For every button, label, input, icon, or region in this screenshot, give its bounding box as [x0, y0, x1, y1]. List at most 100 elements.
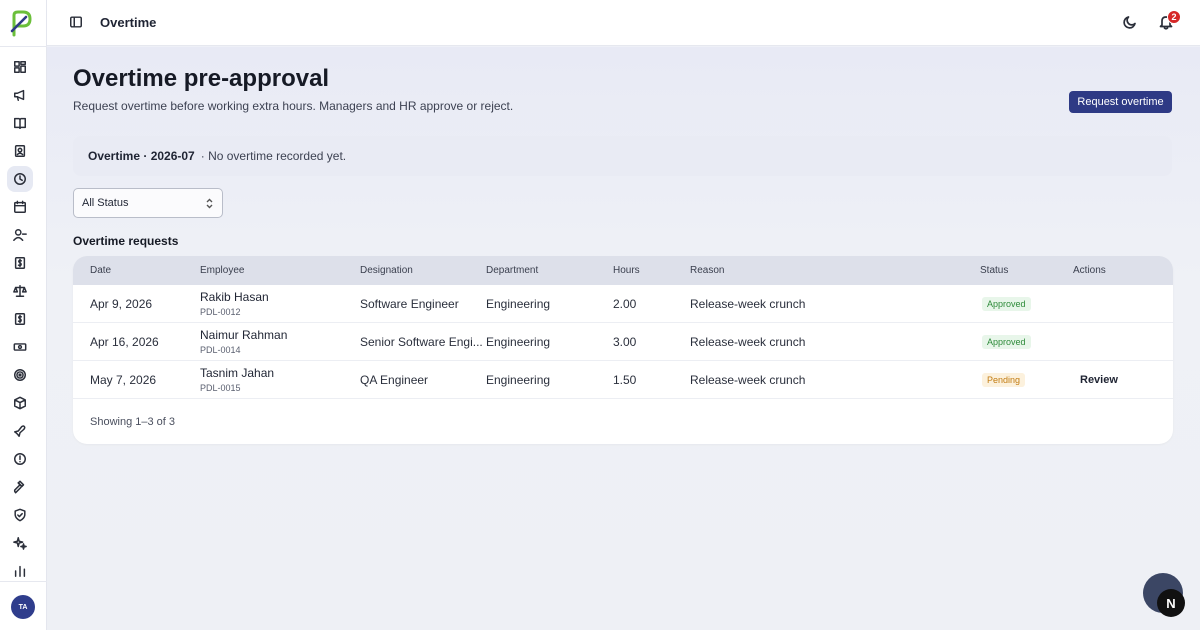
sidebar-item-directory[interactable]	[7, 138, 33, 164]
row-employee: Naimur Rahman PDL-0014	[200, 328, 287, 355]
user-minus-icon	[13, 229, 27, 241]
sidebar-item-goals[interactable]	[7, 362, 33, 388]
sidebar-item-leave[interactable]	[7, 194, 33, 220]
summary-label: Overtime · 2026-07	[88, 149, 195, 163]
app-logo[interactable]	[8, 9, 34, 37]
row-designation: Senior Software Engi...	[360, 335, 483, 349]
sparkles-icon	[13, 537, 27, 550]
row-reason: Release-week crunch	[690, 297, 806, 311]
table-header: Date Employee Designation Department Hou…	[73, 256, 1173, 285]
status-badge: Pending	[982, 373, 1026, 387]
user-avatar[interactable]: TA	[11, 595, 35, 619]
payroll-icon	[14, 257, 26, 269]
status-badge: Approved	[982, 297, 1031, 311]
sidebar-toggle-button[interactable]	[69, 15, 85, 31]
main-content: Overtime pre-approval Request overtime b…	[47, 47, 1200, 630]
package-icon	[14, 396, 26, 410]
row-department: Engineering	[486, 373, 551, 387]
sidebar-item-ai[interactable]	[7, 530, 33, 556]
row-hours: 2.00	[613, 297, 637, 311]
page-title: Overtime pre-approval	[73, 65, 330, 92]
dollar-icon	[14, 313, 26, 325]
sidebar-divider-bottom	[0, 581, 47, 582]
column-header-reason: Reason	[690, 265, 725, 276]
sidebar-toggle-icon	[70, 16, 82, 28]
row-reason: Release-week crunch	[690, 335, 806, 349]
sidebar-item-handbook[interactable]	[7, 110, 33, 136]
contact-book-icon	[14, 145, 26, 157]
row-employee: Tasnim Jahan PDL-0015	[200, 366, 274, 393]
assistant-logo-icon[interactable]: N	[1157, 589, 1185, 617]
row-hours: 3.00	[613, 335, 637, 349]
book-icon	[14, 117, 26, 129]
cash-icon	[13, 343, 27, 351]
pagination-summary: Showing 1–3 of 3	[90, 416, 176, 428]
alert-icon	[14, 453, 26, 465]
sidebar: TA	[0, 0, 47, 630]
sidebar-item-advances[interactable]	[7, 334, 33, 360]
gavel-icon	[13, 480, 25, 494]
table-row[interactable]: Apr 16, 2026 Naimur Rahman PDL-0014 Seni…	[73, 323, 1173, 361]
row-department: Engineering	[486, 297, 551, 311]
status-badge: Approved	[982, 335, 1031, 349]
bar-chart-icon	[14, 565, 26, 577]
review-button[interactable]: Review	[1080, 374, 1118, 386]
shield-icon	[14, 508, 26, 522]
sidebar-item-dashboard[interactable]	[7, 54, 33, 80]
megaphone-icon	[14, 89, 25, 101]
notification-badge: 2	[1167, 10, 1181, 24]
employee-id: PDL-0012	[200, 307, 241, 317]
sidebar-item-disciplinary[interactable]	[7, 474, 33, 500]
column-header-employee: Employee	[200, 265, 245, 276]
topbar-title: Overtime	[100, 15, 157, 30]
overtime-summary: Overtime · 2026-07 · No overtime recorde…	[73, 136, 1172, 176]
sidebar-item-payroll[interactable]	[7, 250, 33, 276]
sidebar-item-incidents[interactable]	[7, 446, 33, 472]
employee-name: Tasnim Jahan	[200, 366, 275, 380]
column-header-actions: Actions	[1073, 265, 1106, 276]
row-department: Engineering	[486, 335, 551, 349]
theme-toggle-button[interactable]	[1122, 14, 1140, 32]
target-icon	[14, 369, 26, 381]
employee-name: Naimur Rahman	[200, 328, 288, 342]
row-date: Apr 16, 2026	[90, 335, 159, 349]
row-date: Apr 9, 2026	[90, 297, 153, 311]
status-filter-select[interactable]: All Status	[73, 188, 223, 218]
summary-note: · No overtime recorded yet.	[200, 149, 347, 163]
dashboard-icon	[14, 61, 26, 73]
row-designation: Software Engineer	[360, 297, 459, 311]
sidebar-item-announcements[interactable]	[7, 82, 33, 108]
sidebar-divider	[0, 46, 47, 47]
sidebar-item-expenses[interactable]	[7, 306, 33, 332]
status-filter-value: All Status	[82, 197, 129, 209]
row-reason: Release-week crunch	[690, 373, 806, 387]
employee-name: Rakib Hasan	[200, 290, 269, 304]
page-subtitle: Request overtime before working extra ho…	[73, 99, 514, 113]
moon-icon	[1123, 16, 1136, 29]
request-overtime-button[interactable]: Request overtime	[1069, 91, 1172, 113]
table-row[interactable]: Apr 9, 2026 Rakib Hasan PDL-0012 Softwar…	[73, 285, 1173, 323]
row-designation: QA Engineer	[360, 373, 429, 387]
sidebar-item-compliance[interactable]	[7, 278, 33, 304]
column-header-designation: Designation	[360, 265, 413, 276]
clock-icon	[14, 173, 26, 185]
employee-id: PDL-0015	[200, 383, 241, 393]
table-title: Overtime requests	[73, 234, 179, 248]
column-header-status: Status	[980, 265, 1009, 276]
sidebar-item-overtime[interactable]	[7, 166, 33, 192]
plane-icon	[14, 425, 26, 437]
column-header-department: Department	[486, 265, 539, 276]
employee-id: PDL-0014	[200, 345, 241, 355]
overtime-table: Date Employee Designation Department Hou…	[73, 256, 1173, 444]
calendar-icon	[14, 200, 26, 213]
row-employee: Rakib Hasan PDL-0012	[200, 290, 269, 317]
sidebar-item-assets[interactable]	[7, 390, 33, 416]
scale-icon	[13, 285, 27, 297]
row-date: May 7, 2026	[90, 373, 157, 387]
sidebar-item-security[interactable]	[7, 502, 33, 528]
sidebar-item-travel[interactable]	[7, 418, 33, 444]
sidebar-item-offboarding[interactable]	[7, 222, 33, 248]
row-hours: 1.50	[613, 373, 637, 387]
column-header-hours: Hours	[613, 265, 640, 276]
table-row[interactable]: May 7, 2026 Tasnim Jahan PDL-0015 QA Eng…	[73, 361, 1173, 399]
